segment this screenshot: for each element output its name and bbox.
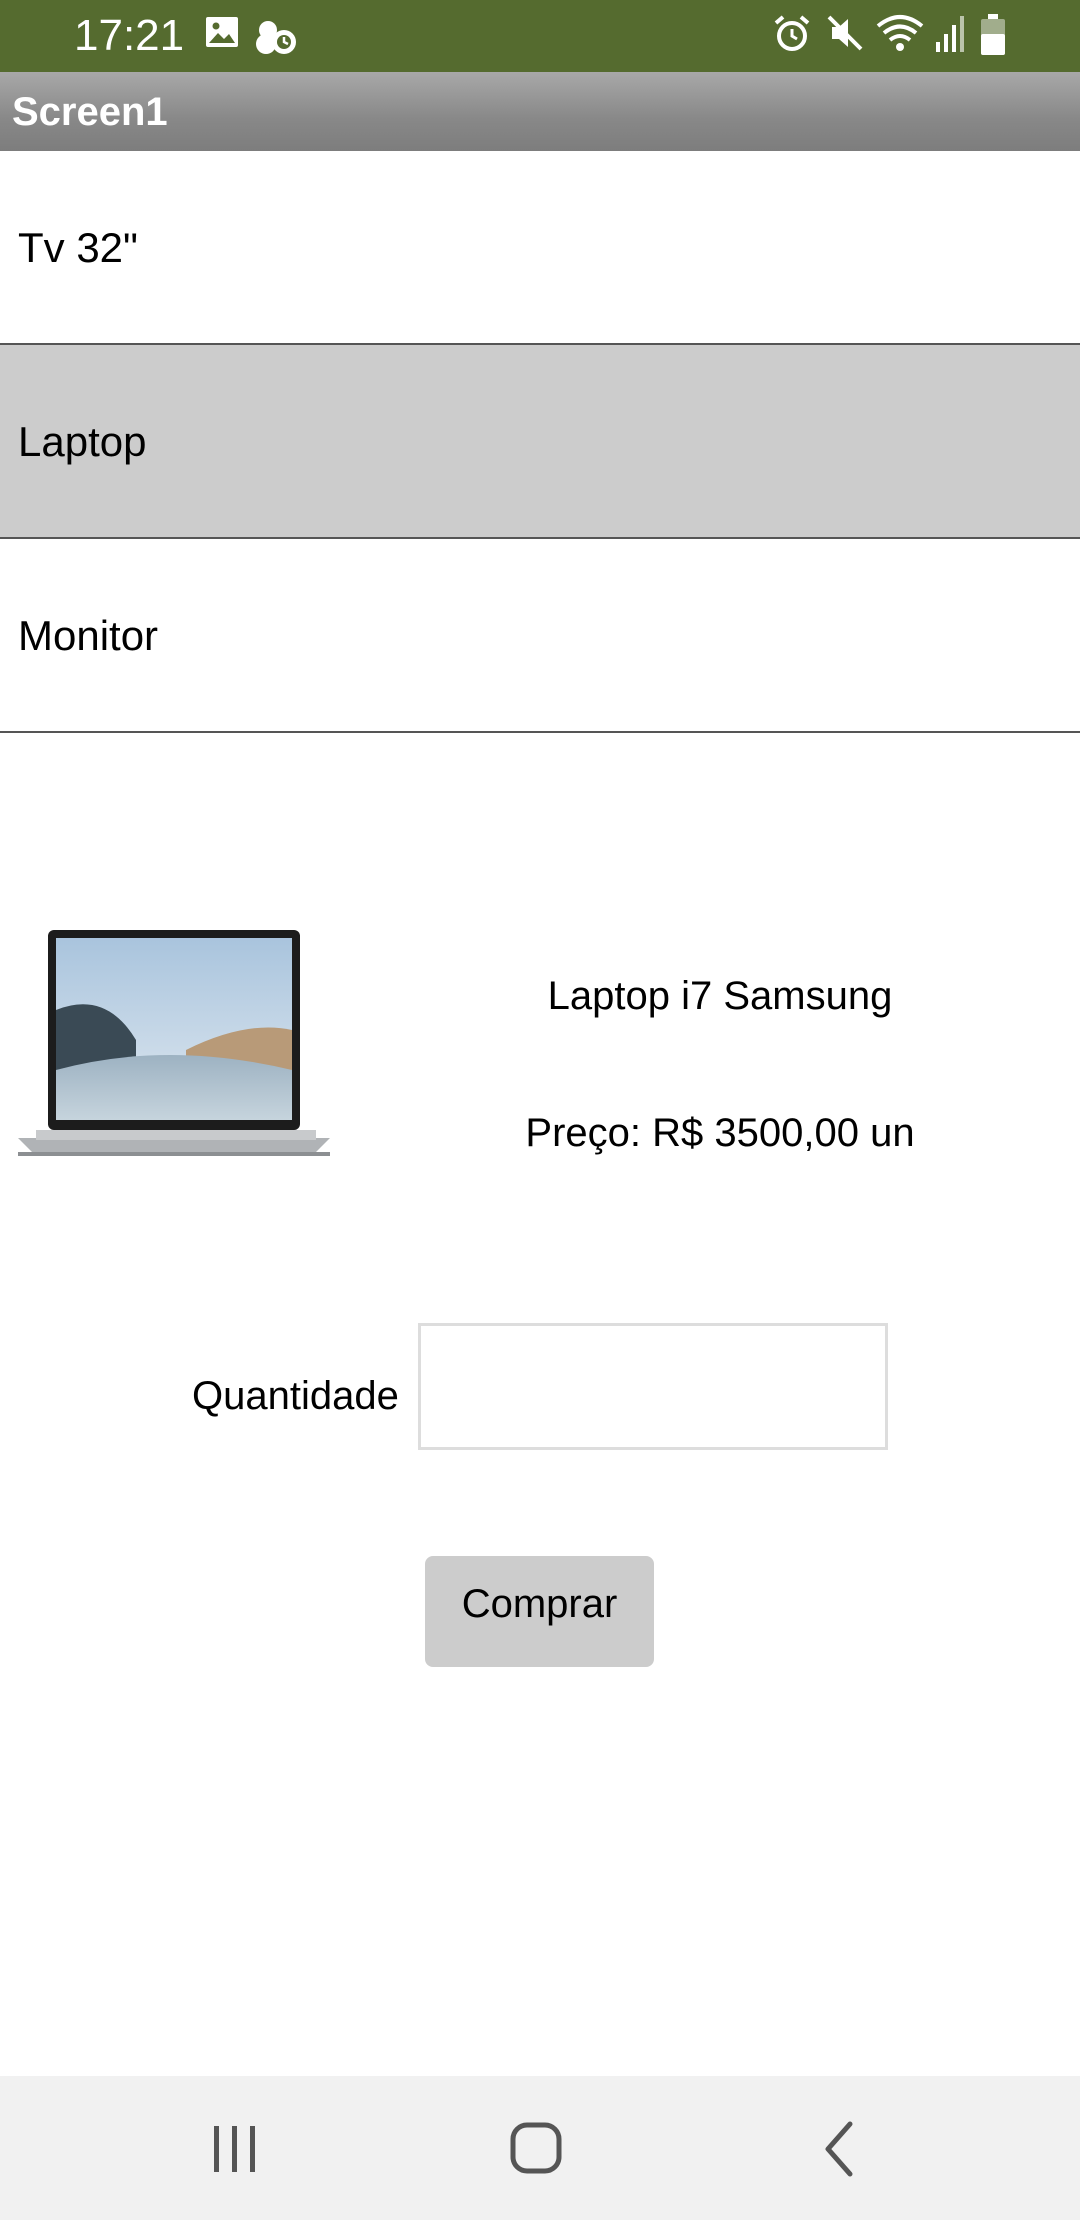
quantity-label: Quantidade (192, 1374, 399, 1418)
navigation-bar (0, 2076, 1080, 2220)
list-item-monitor[interactable]: Monitor (0, 539, 1080, 733)
list-item-label: Monitor (18, 612, 159, 659)
home-icon[interactable] (497, 2114, 577, 2184)
laptop-image (18, 930, 330, 1156)
list-item-label: Tv 32" (18, 224, 138, 271)
status-bar: 17:21 (0, 0, 1080, 72)
wifi-icon (876, 15, 924, 51)
recent-apps-icon[interactable] (194, 2114, 274, 2184)
title-bar: Screen1 (0, 72, 1080, 151)
mute-icon (827, 15, 863, 51)
status-time: 17:21 (74, 11, 185, 60)
back-icon[interactable] (800, 2114, 880, 2184)
signal-icon (936, 16, 964, 52)
battery-icon (981, 14, 1005, 55)
app-screen: 17:21 Screen1 Tv 32" Laptop Monitor Lapt… (0, 0, 1080, 2220)
list-item-laptop[interactable]: Laptop (0, 345, 1080, 539)
image-icon (206, 17, 238, 47)
list-item-tv[interactable]: Tv 32" (0, 151, 1080, 345)
buy-button[interactable]: Comprar (425, 1556, 654, 1667)
quantity-input[interactable] (418, 1323, 888, 1450)
product-name: Laptop i7 Samsung (547, 974, 893, 1018)
alarm-icon (774, 15, 810, 51)
screen-title: Screen1 (12, 90, 168, 134)
product-price: Preço: R$ 3500,00 un (525, 1111, 915, 1155)
list-item-label: Laptop (18, 418, 147, 465)
weather-icon (256, 21, 296, 54)
